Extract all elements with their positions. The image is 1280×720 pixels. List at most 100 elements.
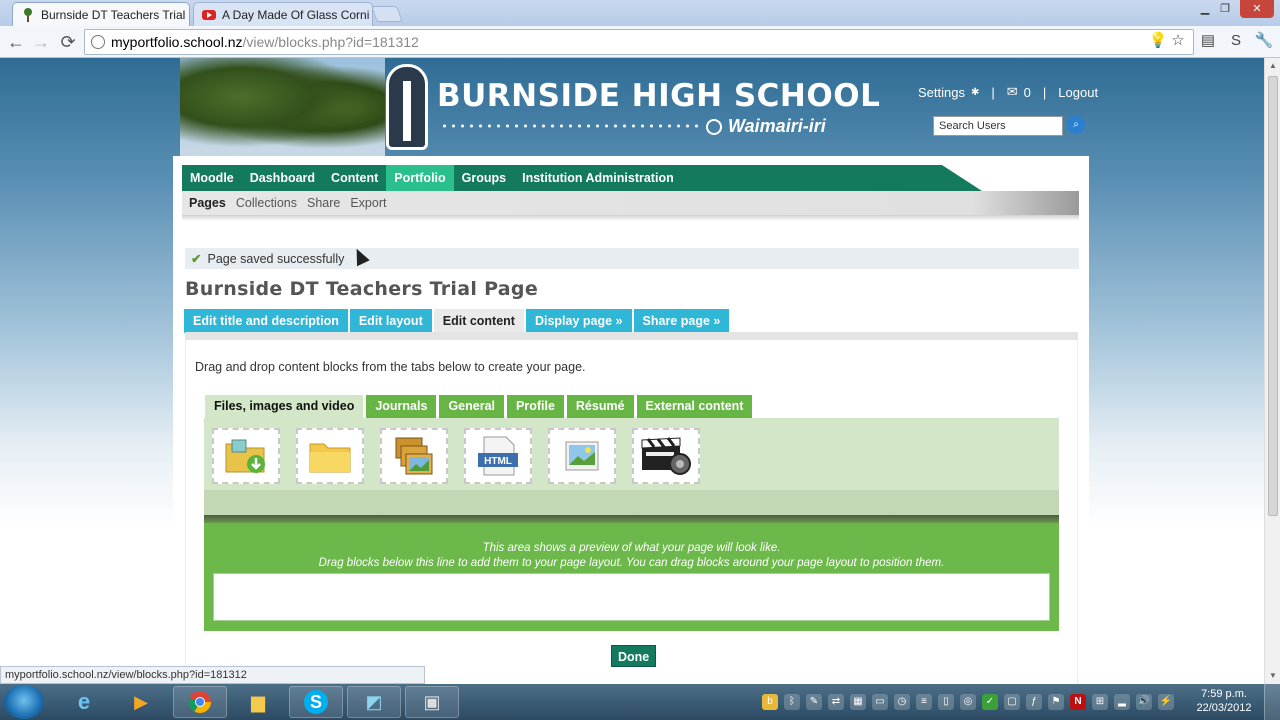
messages-count[interactable]: 0 [1024,85,1031,100]
browser-tab-burnside[interactable]: Burnside DT Teachers Trial × [12,2,190,26]
address-bar[interactable]: myportfolio.school.nz /view/blocks.php?i… [84,29,1194,55]
school-subtitle: Waimairi-iri [706,116,826,137]
speech-bubble-icon[interactable]: ▢ [1004,694,1020,710]
instructions-text: Drag and drop content blocks from the ta… [195,360,586,374]
scrollbar-thumb[interactable] [1268,76,1278,516]
internet-explorer-icon[interactable]: e [57,686,111,718]
extension-icon[interactable]: ▤ [1198,31,1218,51]
chrome-logo [188,691,211,713]
video-block[interactable] [632,428,700,484]
skype-icon[interactable]: S [289,686,343,718]
globe-icon [91,35,105,49]
search-users-input[interactable]: Search Users [933,116,1063,136]
new-tab-button[interactable] [371,6,403,22]
tab-profile[interactable]: Profile [507,395,564,418]
monitor-icon[interactable]: ▭ [872,694,888,710]
bookmark-star-icon[interactable]: ☆ [1168,31,1188,51]
sub-nav-pages[interactable]: Pages [184,191,231,215]
disc-icon[interactable]: ◎ [960,694,976,710]
nav-item-moodle[interactable]: Moodle [182,165,242,191]
sub-navigation: Pages Collections Share Export [182,191,1079,215]
html-icon: HTML [478,436,518,476]
scroll-up-icon[interactable]: ▲ [1265,58,1280,74]
logout-link[interactable]: Logout [1058,85,1098,100]
windows-start-icon[interactable] [4,685,44,719]
file-explorer-icon[interactable]: ▆ [231,686,285,718]
tab-journals[interactable]: Journals [366,395,437,418]
system-tray: b ᛒ ✎ ⇄ ▦ ▭ ◷ ≡ ▯ ◎ ✓ ▢ ƒ ⚑ N ⊞ ▂ 🔊 ⚡ [758,684,1198,720]
tab-edit-title-description[interactable]: Edit title and description [184,309,348,333]
nav-item-institution-administration[interactable]: Institution Administration [514,165,682,191]
folder-block[interactable] [296,428,364,484]
netflix-icon[interactable]: N [1070,694,1086,710]
user-links: Settings ✱ | ✉ 0 | Logout [918,84,1098,100]
tab-resume[interactable]: Résumé [566,395,634,418]
preview-line-2: Drag blocks below this line to add them … [318,557,945,569]
sub-nav-share[interactable]: Share [302,191,345,215]
settings-link[interactable]: Settings [918,85,965,100]
action-center-icon[interactable]: ⚑ [1048,694,1064,710]
block-category-tabs: Files, images and video Journals General… [205,395,753,418]
nav-item-portfolio[interactable]: Portfolio [386,165,454,191]
flash-icon[interactable]: ƒ [1026,694,1042,710]
tab-close-icon[interactable]: × [185,9,189,21]
back-icon[interactable]: ← [4,30,28,54]
volume-icon[interactable]: 🔊 [1136,694,1152,710]
nav-item-groups[interactable]: Groups [454,165,514,191]
camera-app-icon[interactable]: ▣ [405,686,459,718]
search-icon[interactable]: ⌕ [1067,116,1085,134]
power-icon[interactable]: ⚡ [1158,694,1174,710]
tab-share-page[interactable]: Share page » [633,309,730,333]
sub-nav-export[interactable]: Export [345,191,391,215]
clock-time: 7:59 p.m. [1201,688,1247,700]
lightbulb-icon[interactable]: 💡 [1148,31,1168,51]
system-clock[interactable]: 7:59 p.m. 22/03/2012 [1190,687,1258,715]
tablet-icon[interactable]: ▯ [938,694,954,710]
block-palette-footer [204,490,1059,515]
url-host: myportfolio.school.nz [111,34,243,50]
page-scrollbar[interactable]: ▲ ▼ [1264,58,1280,684]
usb-device-icon[interactable]: ⊞ [1092,694,1108,710]
image-icon [565,441,599,471]
nav-item-content[interactable]: Content [323,165,386,191]
bluetooth-icon[interactable]: ᛒ [784,694,800,710]
sub-nav-collections[interactable]: Collections [231,191,302,215]
forward-icon[interactable]: → [29,30,53,54]
tab-general[interactable]: General [439,395,504,418]
envelope-icon[interactable]: ✉ [1007,84,1018,100]
restore-icon[interactable]: ❐ [1213,0,1237,18]
browser-toolbar: ← → ⟳ myportfolio.school.nz /view/blocks… [0,26,1280,58]
network-sync-icon[interactable]: ⇄ [828,694,844,710]
school-subtitle-text: Waimairi-iri [728,116,826,136]
image-gallery-block[interactable] [380,428,448,484]
layout-drop-zone[interactable] [213,573,1050,621]
close-window-icon[interactable]: ✕ [1240,0,1274,18]
tray-app-icon[interactable]: b [762,694,778,710]
tab-display-page[interactable]: Display page » [525,309,632,333]
screen-recorder-icon[interactable]: ◩ [347,686,401,718]
wrench-icon[interactable]: 🔧 [1254,31,1274,51]
wifi-signal-icon[interactable]: ▂ [1114,694,1130,710]
browser-tab-youtube[interactable]: A Day Made Of Glass Corni × [193,2,373,26]
image-block[interactable] [548,428,616,484]
tab-edit-layout[interactable]: Edit layout [349,309,432,333]
file-download-block[interactable] [212,428,280,484]
tab-files-images-video[interactable]: Files, images and video [205,395,364,418]
skype-extension-icon[interactable]: S [1226,31,1246,51]
media-player-icon[interactable]: ▶ [114,686,168,718]
nav-item-dashboard[interactable]: Dashboard [242,165,323,191]
show-desktop-button[interactable] [1264,684,1280,720]
chrome-icon[interactable] [173,686,227,718]
tray-tool-icon[interactable]: ✎ [806,694,822,710]
security-check-icon[interactable]: ✓ [982,694,998,710]
html-block[interactable]: HTML [464,428,532,484]
done-button[interactable]: Done [611,645,657,667]
clock-app-icon[interactable]: ◷ [894,694,910,710]
database-icon[interactable]: ≡ [916,694,932,710]
tab-edit-content[interactable]: Edit content [433,309,524,333]
scroll-down-icon[interactable]: ▼ [1265,668,1280,684]
tray-device-icon[interactable]: ▦ [850,694,866,710]
tab-external-content[interactable]: External content [636,395,753,418]
reload-icon[interactable]: ⟳ [56,30,80,54]
page-preview-area: This area shows a preview of what your p… [204,523,1059,631]
